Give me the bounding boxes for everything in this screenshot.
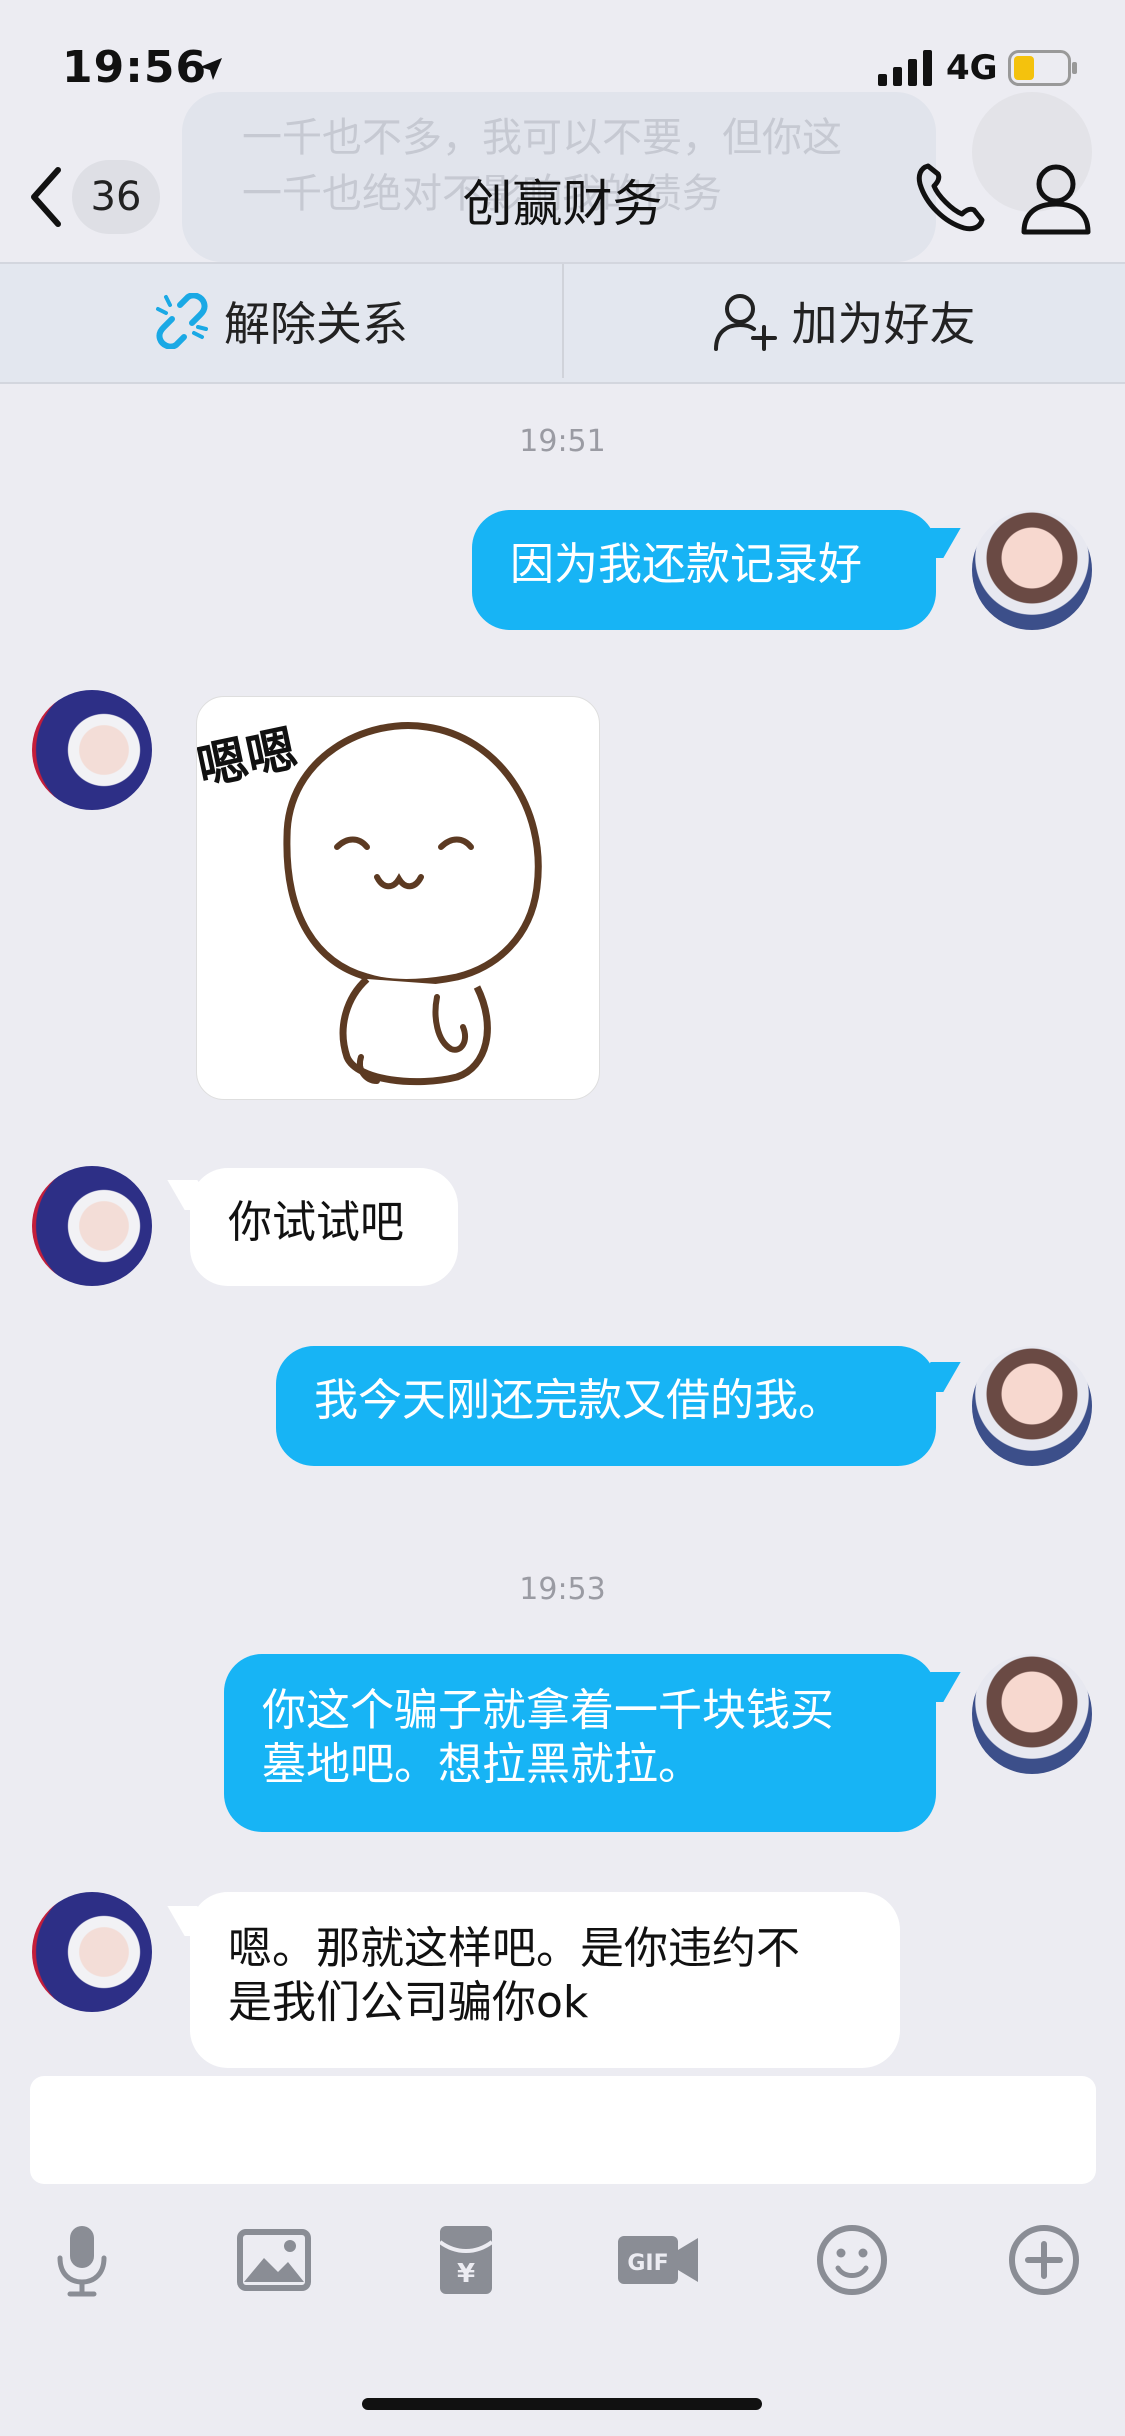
outgoing-message-bubble[interactable]: 你这个骗子就拿着一千块钱买 墓地吧。想拉黑就拉。 — [224, 1654, 936, 1832]
my-avatar[interactable] — [972, 1346, 1092, 1466]
microphone-icon[interactable] — [42, 2220, 122, 2300]
contact-avatar[interactable] — [32, 1892, 152, 2012]
sticker-character-image: 嗯嗯 — [192, 719, 542, 1086]
contact-avatar[interactable] — [32, 1166, 152, 1286]
svg-text:GIF: GIF — [627, 2251, 668, 2276]
message-text: 你试试吧 — [228, 1197, 404, 1248]
gif-icon[interactable]: GIF — [614, 2220, 704, 2300]
message-text-line: 墓地吧。想拉黑就拉。 — [262, 1739, 702, 1790]
battery-icon — [1008, 50, 1077, 86]
incoming-message-bubble[interactable]: 你试试吧 — [190, 1168, 458, 1286]
phone-call-button[interactable] — [910, 158, 990, 238]
unlink-button[interactable]: 解除关系 — [0, 262, 562, 380]
network-label: 4G — [946, 48, 998, 88]
contact-avatar[interactable] — [32, 690, 152, 810]
profile-button[interactable] — [1016, 158, 1096, 238]
message-text: 我今天刚还完款又借的我。 — [314, 1375, 842, 1426]
message-text-line: 你这个骗子就拿着一千块钱买 — [262, 1685, 834, 1736]
image-icon[interactable] — [234, 2220, 314, 2300]
outgoing-message-bubble[interactable]: 因为我还款记录好 — [472, 510, 936, 630]
my-avatar[interactable] — [972, 510, 1092, 630]
message-input[interactable] — [30, 2076, 1096, 2184]
home-indicator[interactable] — [362, 2398, 762, 2410]
timestamp: 19:51 — [519, 424, 606, 459]
sticker-message[interactable]: 嗯嗯 — [192, 696, 600, 1100]
unlink-icon — [156, 293, 208, 349]
incoming-message-bubble[interactable]: 嗯。那就这样吧。是你违约不 是我们公司骗你ok — [190, 1892, 900, 2068]
add-friend-label: 加为好友 — [791, 297, 976, 351]
unlink-label: 解除关系 — [224, 297, 408, 351]
emoji-icon[interactable] — [812, 2220, 892, 2300]
status-time: 19:56 — [62, 42, 208, 93]
red-packet-icon[interactable]: ¥ — [426, 2220, 506, 2300]
message-text-line: 嗯。那就这样吧。是你违约不 — [228, 1923, 800, 1974]
add-friend-button[interactable]: 加为好友 — [564, 262, 1125, 380]
signal-icon — [878, 50, 932, 86]
location-arrow-icon — [200, 58, 222, 80]
message-text: 因为我还款记录好 — [510, 539, 862, 590]
my-avatar[interactable] — [972, 1654, 1092, 1774]
outgoing-message-bubble[interactable]: 我今天刚还完款又借的我。 — [276, 1346, 936, 1466]
sticker-text: 嗯嗯 — [197, 719, 302, 797]
add-friend-icon — [713, 294, 777, 351]
plus-icon[interactable] — [1004, 2220, 1084, 2300]
message-text-line: 是我们公司骗你ok — [228, 1977, 589, 2028]
svg-text:¥: ¥ — [457, 2259, 475, 2289]
timestamp: 19:53 — [519, 1572, 606, 1607]
